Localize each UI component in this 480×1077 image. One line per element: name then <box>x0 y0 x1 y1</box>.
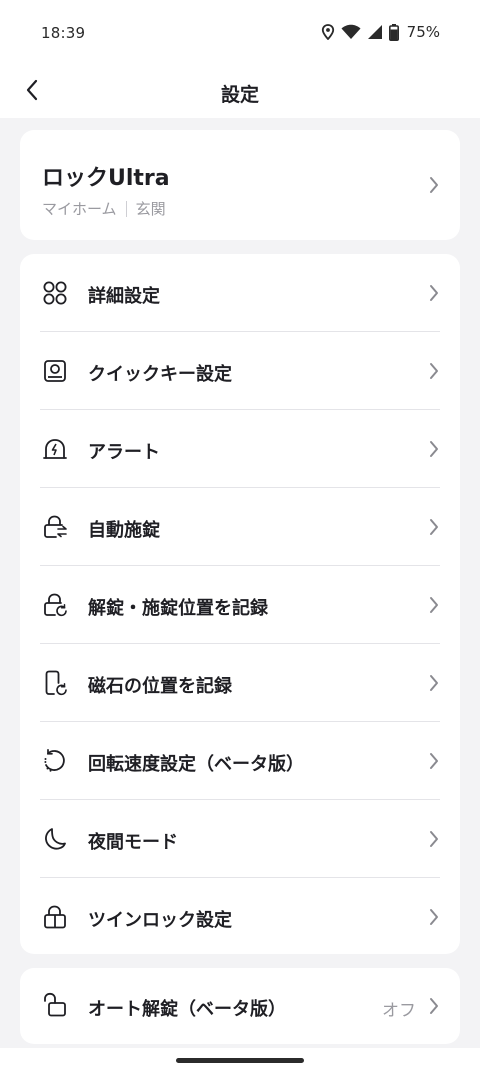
grid-icon <box>43 281 67 305</box>
chevron-right-icon <box>430 675 438 691</box>
chevron-right-icon <box>430 177 438 193</box>
menu-item-twin-lock[interactable]: ツインロック設定 <box>20 878 460 956</box>
chevron-right-icon <box>430 753 438 769</box>
auto-lock-icon <box>44 515 67 538</box>
menu-item-night-mode[interactable]: 夜間モード <box>20 800 460 878</box>
location-icon <box>321 24 334 40</box>
status-icons: 75% <box>321 23 440 41</box>
menu-item-label: クイックキー設定 <box>88 364 232 385</box>
device-name: ロックUltra <box>42 166 170 191</box>
home-indicator[interactable] <box>176 1058 304 1063</box>
menu-item-label: アラート <box>88 442 160 463</box>
menu-item-label: ツインロック設定 <box>88 910 232 931</box>
menu-item-alert[interactable]: アラート <box>20 410 460 488</box>
device-room: 玄関 <box>135 200 166 218</box>
chevron-right-icon <box>430 285 438 301</box>
status-time: 18:39 <box>41 24 86 42</box>
twin-lock-icon <box>44 905 66 929</box>
chevron-right-icon <box>430 998 438 1014</box>
menu-item-label: 詳細設定 <box>88 286 160 307</box>
signal-icon <box>367 25 382 39</box>
page-title: 設定 <box>220 84 259 106</box>
battery-icon <box>388 23 399 41</box>
rotation-speed-icon <box>44 748 65 772</box>
magnet-position-icon <box>45 670 67 696</box>
device-card[interactable]: ロックUltra マイホーム 玄関 <box>20 130 460 240</box>
menu-item-quick-key[interactable]: クイックキー設定 <box>20 332 460 410</box>
menu-item-label: 自動施錠 <box>88 520 160 541</box>
chevron-right-icon <box>430 519 438 535</box>
chevron-right-icon <box>430 363 438 379</box>
menu-item-label: 夜間モード <box>88 832 178 853</box>
device-home: マイホーム <box>42 200 117 218</box>
lock-position-icon <box>44 593 67 617</box>
menu-item-auto-unlock[interactable]: オート解錠（ベータ版） オフ <box>20 968 460 1044</box>
unlock-icon <box>44 992 66 1017</box>
menu-item-detail-settings[interactable]: 詳細設定 <box>20 254 460 332</box>
battery-percent: 75% <box>406 23 440 41</box>
wifi-icon <box>341 24 361 39</box>
menu-item-rotation-speed[interactable]: 回転速度設定（ベータ版） <box>20 722 460 800</box>
menu-item-label: 解錠・施錠位置を記録 <box>88 598 268 619</box>
menu-item-auto-lock[interactable]: 自動施錠 <box>20 488 460 566</box>
app-bar: 設定 <box>0 68 480 118</box>
chevron-right-icon <box>430 597 438 613</box>
chevron-right-icon <box>430 909 438 925</box>
auto-unlock-label: オート解錠（ベータ版） <box>88 999 286 1020</box>
location-separator <box>125 200 127 217</box>
alert-icon <box>43 439 67 459</box>
navigation-bar <box>0 1048 480 1077</box>
settings-menu: 詳細設定 クイックキー設定 アラート 自動施錠 解錠・施錠位置を記録 磁石の位置… <box>20 254 460 954</box>
menu-item-record-magnet-position[interactable]: 磁石の位置を記録 <box>20 644 460 722</box>
status-bar: 18:39 75% <box>0 0 480 68</box>
quick-key-icon <box>44 360 66 382</box>
moon-icon <box>45 828 66 850</box>
menu-item-label: 回転速度設定（ベータ版） <box>88 754 304 775</box>
menu-item-record-lock-position[interactable]: 解錠・施錠位置を記録 <box>20 566 460 644</box>
device-location: マイホーム 玄関 <box>42 198 166 219</box>
auto-unlock-value: オフ <box>382 1001 416 1021</box>
chevron-right-icon <box>430 441 438 457</box>
menu-item-label: 磁石の位置を記録 <box>88 676 232 697</box>
chevron-right-icon <box>430 831 438 847</box>
